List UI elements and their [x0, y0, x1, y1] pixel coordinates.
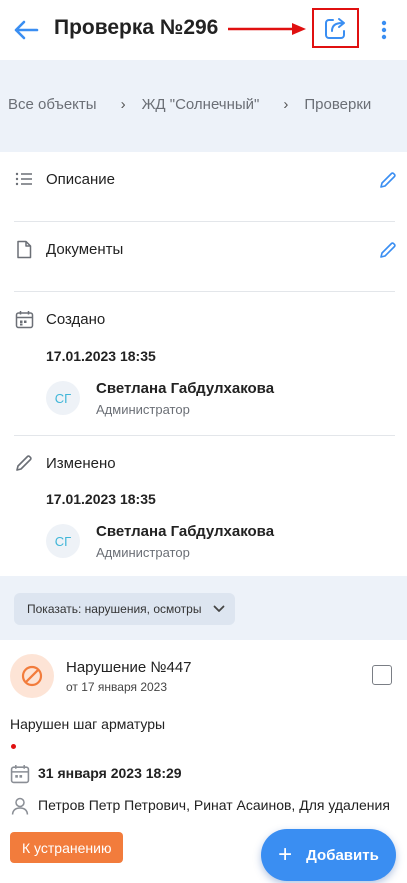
modified-label: Изменено — [46, 455, 116, 472]
documents-row[interactable]: Документы — [0, 222, 407, 292]
modified-section: Изменено 17.01.2023 18:35 СГ Светлана Га… — [0, 436, 407, 576]
chevron-right-icon: › — [120, 96, 126, 113]
breadcrumb: Все объекты › ЖД "Солнечный" › Проверки — [0, 60, 407, 152]
breadcrumb-item-all-objects[interactable]: Все объекты — [8, 96, 97, 113]
avatar: СГ — [46, 381, 80, 415]
add-button[interactable]: + Добавить — [261, 829, 396, 881]
calendar-icon — [10, 765, 30, 784]
violation-due-date: 31 января 2023 18:29 — [38, 765, 182, 781]
avatar: СГ — [46, 524, 80, 558]
list-icon — [14, 169, 34, 189]
select-checkbox[interactable] — [372, 665, 392, 685]
document-icon — [14, 239, 34, 259]
user-icon — [11, 797, 29, 815]
pencil-icon[interactable] — [378, 240, 398, 260]
violation-icon — [10, 654, 54, 698]
status-badge[interactable]: К устранению — [10, 832, 124, 863]
priority-dot — [11, 744, 16, 749]
app-bar: Проверка №296 — [0, 0, 407, 60]
share-icon — [324, 18, 345, 39]
created-label: Создано — [46, 311, 106, 328]
modified-user-role: Администратор — [96, 545, 190, 560]
back-button[interactable] — [10, 14, 42, 46]
violation-description: Нарушен шаг арматуры — [10, 716, 166, 732]
more-vertical-icon — [381, 20, 387, 40]
page-title: Проверка №296 — [54, 16, 219, 39]
filter-label: Показать: нарушения, осмотры — [27, 602, 202, 616]
description-row[interactable]: Описание — [0, 152, 407, 222]
pencil-icon[interactable] — [378, 170, 398, 190]
breadcrumb-item-checks[interactable]: Проверки — [304, 96, 371, 113]
add-button-label: Добавить — [306, 846, 379, 864]
modified-date: 17.01.2023 18:35 — [46, 491, 156, 507]
plus-icon: + — [278, 841, 293, 868]
details-card: Описание Документы Создано 17.01.2023 18… — [0, 152, 407, 576]
share-button[interactable] — [312, 8, 359, 48]
arrow-left-icon — [14, 20, 39, 40]
created-user-name: Светлана Габдулхакова — [96, 380, 275, 397]
description-label: Описание — [46, 171, 116, 188]
violation-title: Нарушение №447 — [66, 659, 192, 676]
annotation-arrow — [228, 23, 306, 35]
filter-dropdown[interactable]: Показать: нарушения, осмотры — [14, 593, 236, 625]
chevron-right-icon: › — [283, 96, 289, 113]
pencil-icon — [14, 453, 34, 473]
violation-assignees: Петров Петр Петрович, Ринат Асаинов, Для… — [38, 797, 390, 813]
documents-label: Документы — [46, 241, 124, 258]
chevron-down-icon — [214, 605, 225, 612]
filter-bar: Показать: нарушения, осмотры — [0, 576, 407, 640]
created-section: Создано 17.01.2023 18:35 СГ Светлана Габ… — [0, 292, 407, 435]
modified-user-name: Светлана Габдулхакова — [96, 523, 275, 540]
created-user-role: Администратор — [96, 402, 190, 417]
violation-date: от 17 января 2023 — [66, 680, 168, 694]
calendar-icon — [14, 309, 34, 329]
created-date: 17.01.2023 18:35 — [46, 348, 156, 364]
more-button[interactable] — [372, 14, 396, 46]
breadcrumb-item-object[interactable]: ЖД "Солнечный" — [142, 96, 260, 113]
